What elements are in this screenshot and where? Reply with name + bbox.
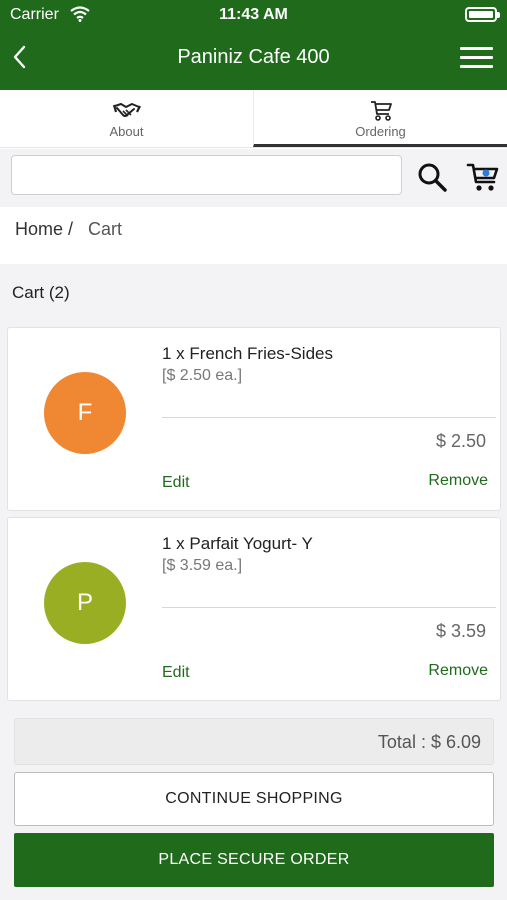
hamburger-icon[interactable]: [460, 47, 493, 69]
order-total: Total : $ 6.09: [14, 718, 494, 765]
search-icon[interactable]: [416, 161, 448, 193]
breadcrumb: Home / Cart: [15, 219, 122, 240]
item-name: 1 x Parfait Yogurt- Y: [162, 534, 313, 553]
cart-item: P 1 x Parfait Yogurt- Y [$ 3.59 ea.] $ 3…: [7, 517, 501, 701]
app-header: Carrier 11:43 AM Paniniz Cafe 400: [0, 0, 507, 90]
search-input[interactable]: [11, 155, 402, 195]
handshake-icon: [112, 103, 141, 117]
battery-icon: [465, 7, 500, 22]
search-bar: [0, 149, 507, 207]
page-title: Paniniz Cafe 400: [177, 46, 330, 68]
tab-bar: About Ordering: [0, 90, 507, 148]
cart-icon: [370, 101, 392, 121]
cart-item: F 1 x French Fries-Sides [$ 2.50 ea.] $ …: [7, 327, 501, 511]
continue-shopping-button[interactable]: CONTINUE SHOPPING: [14, 772, 494, 826]
status-bar: Carrier 11:43 AM: [0, 0, 507, 30]
edit-button[interactable]: Edit: [162, 664, 190, 682]
breadcrumb-home[interactable]: Home /: [15, 219, 73, 239]
cart-header: Cart (2): [0, 264, 507, 320]
item-avatar: F: [44, 372, 126, 454]
cart-count-label: Cart (2): [12, 283, 70, 302]
order-total-label: Total : $ 6.09: [377, 732, 481, 752]
place-order-button[interactable]: PLACE SECURE ORDER: [14, 833, 494, 887]
tab-about-label: About: [109, 124, 144, 139]
edit-button[interactable]: Edit: [162, 474, 190, 492]
item-unit-price: [$ 3.59 ea.]: [162, 557, 243, 574]
tab-about[interactable]: About: [0, 90, 253, 147]
tab-ordering[interactable]: Ordering: [253, 90, 507, 147]
divider: [162, 607, 496, 608]
item-avatar: P: [44, 562, 126, 644]
cart-icon[interactable]: [466, 161, 500, 193]
clock: 11:43 AM: [219, 6, 288, 23]
remove-button[interactable]: Remove: [428, 662, 488, 680]
item-line-total: $ 3.59: [435, 621, 486, 641]
item-name: 1 x French Fries-Sides: [162, 344, 333, 363]
divider: [162, 417, 496, 418]
tab-ordering-label: Ordering: [355, 124, 406, 139]
item-line-total: $ 2.50: [435, 431, 486, 451]
breadcrumb-current: Cart: [88, 219, 123, 239]
item-unit-price: [$ 2.50 ea.]: [162, 367, 243, 384]
remove-button[interactable]: Remove: [428, 472, 488, 490]
